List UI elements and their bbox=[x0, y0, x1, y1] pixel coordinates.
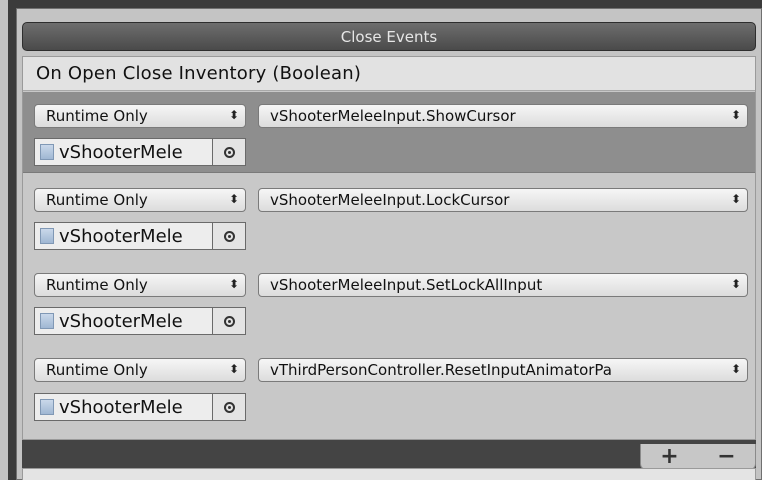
updown-arrow-icon: ⬍ bbox=[730, 192, 741, 206]
runtime-mode-dropdown[interactable]: Runtime Only ⬍ bbox=[34, 188, 246, 212]
script-file-icon bbox=[40, 313, 54, 329]
object-picker-icon bbox=[223, 315, 235, 327]
updown-arrow-icon: ⬍ bbox=[730, 277, 741, 291]
runtime-mode-dropdown[interactable]: Runtime Only ⬍ bbox=[34, 273, 246, 297]
target-object-label: vShooterMele bbox=[59, 141, 183, 163]
target-object-label: vShooterMele bbox=[59, 310, 183, 332]
object-picker-button[interactable] bbox=[212, 393, 246, 421]
event-title: On Open Close Inventory (Boolean) bbox=[23, 57, 755, 91]
target-object-label: vShooterMele bbox=[59, 396, 183, 418]
runtime-mode-label: Runtime Only bbox=[46, 107, 148, 125]
function-dropdown[interactable]: vThirdPersonController.ResetInputAnimato… bbox=[258, 358, 748, 382]
function-dropdown[interactable]: vShooterMeleeInput.SetLockAllInput ⬍ bbox=[258, 273, 748, 297]
updown-arrow-icon: ⬍ bbox=[228, 277, 239, 291]
runtime-mode-label: Runtime Only bbox=[46, 191, 148, 209]
add-remove-controls: + − bbox=[640, 444, 756, 470]
target-object-field[interactable]: vShooterMele bbox=[34, 307, 212, 335]
target-object-label: vShooterMele bbox=[59, 225, 183, 247]
next-event-panel bbox=[22, 468, 756, 480]
target-object-field[interactable]: vShooterMele bbox=[34, 393, 212, 421]
updown-arrow-icon: ⬍ bbox=[228, 192, 239, 206]
remove-listener-button[interactable]: − bbox=[717, 444, 735, 469]
object-picker-icon bbox=[223, 230, 235, 242]
close-events-title: Close Events bbox=[340, 27, 438, 46]
function-label: vShooterMeleeInput.ShowCursor bbox=[270, 107, 516, 125]
target-object-field[interactable]: vShooterMele bbox=[34, 138, 212, 166]
script-file-icon bbox=[40, 144, 54, 160]
function-dropdown[interactable]: vShooterMeleeInput.LockCursor ⬍ bbox=[258, 188, 748, 212]
updown-arrow-icon: ⬍ bbox=[730, 362, 741, 376]
object-picker-button[interactable] bbox=[212, 138, 246, 166]
object-picker-icon bbox=[223, 401, 235, 413]
runtime-mode-label: Runtime Only bbox=[46, 361, 148, 379]
object-picker-button[interactable] bbox=[212, 307, 246, 335]
target-object-field[interactable]: vShooterMele bbox=[34, 222, 212, 250]
updown-arrow-icon: ⬍ bbox=[228, 108, 239, 122]
function-label: vThirdPersonController.ResetInputAnimato… bbox=[270, 361, 612, 379]
function-label: vShooterMeleeInput.SetLockAllInput bbox=[270, 276, 543, 294]
add-listener-button[interactable]: + bbox=[660, 444, 678, 469]
function-label: vShooterMeleeInput.LockCursor bbox=[270, 191, 510, 209]
runtime-mode-dropdown[interactable]: Runtime Only ⬍ bbox=[34, 358, 246, 382]
runtime-mode-label: Runtime Only bbox=[46, 276, 148, 294]
updown-arrow-icon: ⬍ bbox=[730, 108, 741, 122]
script-file-icon bbox=[40, 399, 54, 415]
object-picker-button[interactable] bbox=[212, 222, 246, 250]
object-picker-icon bbox=[223, 146, 235, 158]
script-file-icon bbox=[40, 228, 54, 244]
updown-arrow-icon: ⬍ bbox=[228, 362, 239, 376]
close-events-header[interactable]: Close Events bbox=[22, 22, 756, 51]
function-dropdown[interactable]: vShooterMeleeInput.ShowCursor ⬍ bbox=[258, 104, 748, 128]
runtime-mode-dropdown[interactable]: Runtime Only ⬍ bbox=[34, 104, 246, 128]
